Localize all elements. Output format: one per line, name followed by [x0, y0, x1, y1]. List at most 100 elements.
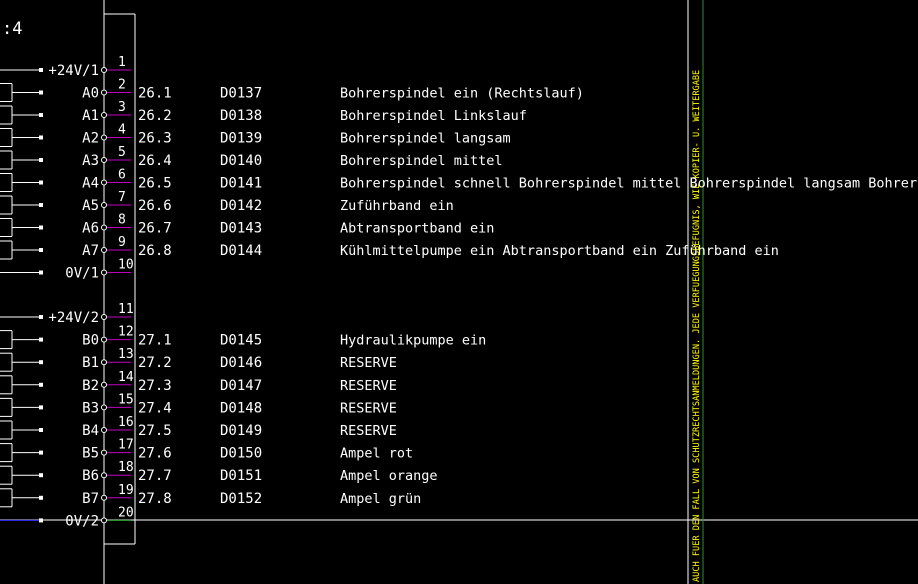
description: Ampel grün: [340, 491, 421, 507]
terminal-dot: [39, 382, 43, 387]
description: Bohrerspindel mittel: [340, 153, 503, 169]
rail-label: 0V/2: [65, 513, 99, 529]
pin-circle: [101, 247, 107, 253]
io-row: A2 4 26.3 D0139 Bohrerspindel langsam: [0, 123, 511, 147]
address: D0143: [220, 221, 262, 237]
description: Bohrerspindel ein (Rechtslauf): [340, 86, 584, 102]
pin-circle: [101, 67, 107, 73]
address: D0150: [220, 446, 262, 462]
rail-label: +24V/1: [48, 63, 99, 79]
description: RESERVE: [340, 355, 397, 371]
rail-terminal-dot: [39, 270, 43, 275]
channel-label: A4: [82, 176, 99, 192]
rail-label: 0V/1: [65, 266, 99, 282]
address: D0152: [220, 491, 262, 507]
description: Bohrerspindel Linkslauf: [340, 108, 527, 124]
io-row: B5 17 27.6 D0150 Ampel rot: [0, 438, 413, 463]
cross-reference: 27.1: [138, 333, 172, 349]
description: Zuführband ein: [340, 198, 454, 214]
cross-reference: 26.7: [138, 221, 172, 237]
channel-label: B4: [82, 423, 99, 439]
description: Bohrerspindel schnell Bohrerspindel mitt…: [340, 176, 918, 192]
channel-label: A1: [82, 108, 99, 124]
pin-circle: [101, 449, 107, 456]
channel-label: B6: [82, 468, 99, 484]
cross-reference: 27.2: [138, 355, 172, 371]
description: Ampel orange: [340, 468, 438, 484]
pin-circle: [101, 427, 107, 433]
corner-label: :4: [2, 19, 22, 39]
address: D0148: [220, 400, 262, 416]
cross-reference: 27.6: [138, 446, 172, 462]
io-row: A7 9 26.8 D0144 Kühlmittelpumpe ein Abtransp…: [0, 235, 779, 260]
description: Kühlmittelpumpe ein Abtransportband ein …: [340, 243, 779, 259]
address: D0138: [220, 108, 262, 124]
terminal-dot: [39, 225, 43, 230]
rail-terminal-dot: [39, 315, 43, 319]
address: D0146: [220, 355, 262, 371]
terminal-dot: [39, 203, 43, 207]
channel-label: A2: [82, 131, 99, 147]
pin-number: 15: [118, 392, 134, 407]
pin-number: 10: [118, 258, 134, 273]
io-row: B1 13 27.2 D0146 RESERVE: [0, 347, 397, 372]
rail-terminal-dot: [39, 68, 43, 72]
pin-number: 7: [118, 190, 126, 205]
pin-number: 8: [118, 213, 126, 228]
pin-circle: [101, 134, 107, 141]
pin-number: 4: [118, 123, 126, 138]
io-row: B6 18 27.7 D0151 Ampel orange: [0, 460, 438, 485]
cross-reference: 27.3: [138, 378, 172, 394]
address: D0149: [220, 423, 262, 439]
address: D0137: [220, 86, 262, 102]
io-row: A4 6 26.5 D0141 Bohrerspindel schnell Bohrer…: [0, 168, 918, 192]
address: D0142: [220, 198, 262, 214]
cross-reference: 27.4: [138, 400, 172, 416]
pin-circle: [101, 179, 107, 186]
pin-circle: [101, 359, 107, 366]
pin-circle: [101, 202, 107, 208]
pin-number: 19: [118, 483, 134, 498]
supply-rails: +24V/1 1 0V/1 10 +24V/2 11 0V/2 20: [0, 55, 134, 529]
terminal-dot: [39, 180, 43, 185]
channel-label: A0: [82, 86, 99, 102]
io-row: B0 12 27.1 D0145 Hydraulikpumpe ein: [0, 325, 486, 350]
copyright-notice: AUCH FUER DEN FALL VON SCHUTZRECHTSANMEL…: [692, 70, 702, 582]
pin-circle: [101, 89, 107, 96]
io-row: B7 19 27.8 D0152 Ampel grün: [0, 483, 421, 508]
io-row: A6 8 26.7 D0143 Abtransportband ein: [0, 213, 494, 237]
pin-number: 12: [118, 325, 134, 340]
pin-number: 9: [118, 235, 126, 250]
channel-label: B3: [82, 400, 99, 416]
cross-reference: 26.6: [138, 198, 172, 214]
pin-circle: [101, 494, 107, 501]
channel-label: B7: [82, 491, 99, 507]
pin-circle: [101, 157, 107, 163]
pin-number: 16: [118, 415, 134, 430]
address: D0145: [220, 333, 262, 349]
address: D0147: [220, 378, 262, 394]
cross-reference: 26.1: [138, 86, 172, 102]
description: Bohrerspindel langsam: [340, 131, 511, 147]
pin-number: 6: [118, 168, 126, 183]
pin-circle: [101, 404, 107, 411]
supply-rail: +24V/2 11: [0, 302, 134, 326]
pin-circle: [101, 269, 107, 276]
pin-number: 2: [118, 78, 126, 93]
rail-terminal-dot: [39, 518, 43, 523]
channel-label: B0: [82, 333, 99, 349]
rail-label: +24V/2: [48, 310, 99, 326]
supply-rail: +24V/1 1: [0, 55, 131, 79]
pin-circle: [101, 224, 107, 231]
io-row: B3 15 27.4 D0148 RESERVE: [0, 392, 397, 417]
pin-circle: [101, 381, 107, 388]
pin-number: 20: [118, 505, 134, 520]
cross-reference: 26.3: [138, 131, 172, 147]
supply-rail: 0V/1 10: [0, 258, 134, 282]
description: Abtransportband ein: [340, 221, 494, 237]
address: D0141: [220, 176, 262, 192]
channel-label: A6: [82, 221, 99, 237]
pin-number: 1: [118, 55, 126, 70]
pin-number: 5: [118, 145, 126, 160]
schematic-canvas: :4 AUCH FUER DEN FALL VON SCHUTZRECHTSAN…: [0, 0, 918, 584]
